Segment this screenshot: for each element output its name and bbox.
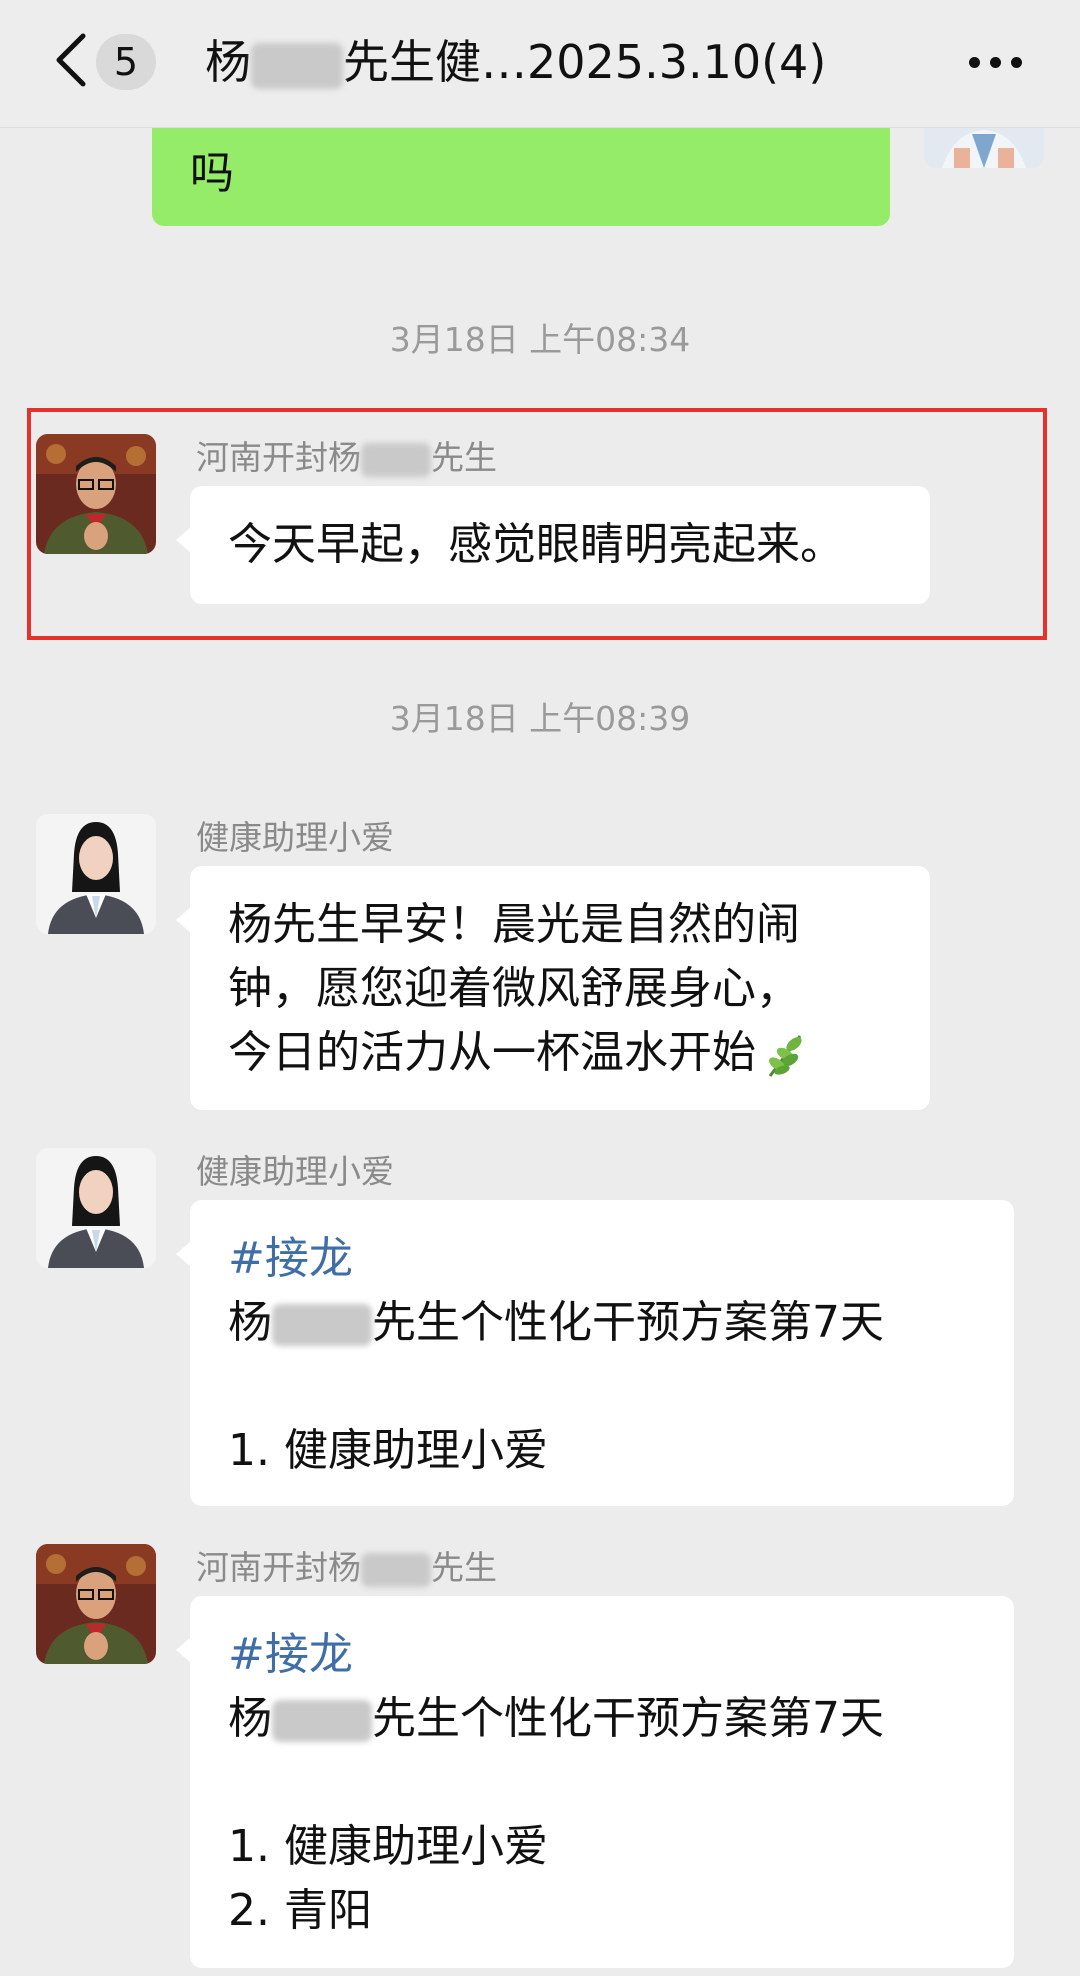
chat-title-suffix: 先生健…2025.3.10(4) <box>343 35 827 89</box>
sender-name: 健康助理小爱 <box>196 1152 394 1191</box>
sender-avatar[interactable] <box>36 434 156 554</box>
hashtag-link[interactable]: #接龙 <box>228 1623 976 1687</box>
redacted-name <box>272 1304 372 1346</box>
back-button[interactable] <box>40 22 100 98</box>
sender-avatar[interactable] <box>36 1544 156 1664</box>
ellipsis-icon <box>968 56 980 68</box>
chat-header: 5 杨 先生健…2025.3.10(4) <box>0 0 1080 128</box>
message-line: 杨先生早安！晨光是自然的闹 <box>228 899 800 950</box>
message-bubble[interactable]: #接龙 杨先生个性化干预方案第7天 1. 健康助理小爱 2. 青阳 <box>176 1596 1014 1968</box>
herb-emoji-icon <box>768 1035 802 1077</box>
message-text: 今天早起，感觉眼睛明亮起来。 <box>228 519 844 570</box>
relay-title: 杨先生个性化干预方案第7天 <box>228 1693 884 1744</box>
avatar-photo <box>36 434 156 554</box>
sender-avatar[interactable] <box>36 814 156 934</box>
hashtag-link[interactable]: #接龙 <box>228 1227 976 1291</box>
relay-item: 1. 健康助理小爱 <box>228 1425 548 1476</box>
more-options-button[interactable] <box>955 40 1035 84</box>
timestamp: 3月18日 上午08:39 <box>389 699 691 738</box>
redacted-name <box>251 42 343 89</box>
message-bubble[interactable]: #接龙 杨先生个性化干预方案第7天 1. 健康助理小爱 <box>176 1200 1014 1506</box>
sender-avatar[interactable] <box>36 1148 156 1268</box>
avatar-photo <box>36 1148 156 1268</box>
relay-item: 1. 健康助理小爱 <box>228 1821 548 1872</box>
chat-title-prefix: 杨 <box>205 35 251 89</box>
message-line: 今日的活力从一杯温水开始 <box>228 1021 892 1085</box>
avatar-photo <box>36 1544 156 1664</box>
relay-title: 杨先生个性化干预方案第7天 <box>228 1297 884 1348</box>
avatar-photo <box>36 814 156 934</box>
redacted-name <box>272 1700 372 1742</box>
redacted-name <box>361 442 431 477</box>
message-line: 钟，愿您迎着微风舒展身心， <box>228 963 800 1014</box>
message-bubble[interactable]: 杨先生早安！晨光是自然的闹 钟，愿您迎着微风舒展身心， 今日的活力从一杯温水开始 <box>176 866 930 1110</box>
timestamp: 3月18日 上午08:34 <box>389 320 691 359</box>
relay-item: 2. 青阳 <box>228 1885 372 1936</box>
sender-name: 河南开封杨 先生 <box>196 1548 497 1587</box>
message-bubble[interactable]: 今天早起，感觉眼睛明亮起来。 <box>176 486 930 604</box>
redacted-name <box>361 1552 431 1587</box>
unread-count-badge[interactable]: 5 <box>96 34 156 90</box>
outgoing-text: 吗 <box>190 148 234 199</box>
chat-title: 杨 先生健…2025.3.10(4) <box>205 30 885 94</box>
sender-name: 健康助理小爱 <box>196 818 394 857</box>
sender-name: 河南开封杨 先生 <box>196 438 497 477</box>
chevron-left-icon <box>56 33 86 87</box>
